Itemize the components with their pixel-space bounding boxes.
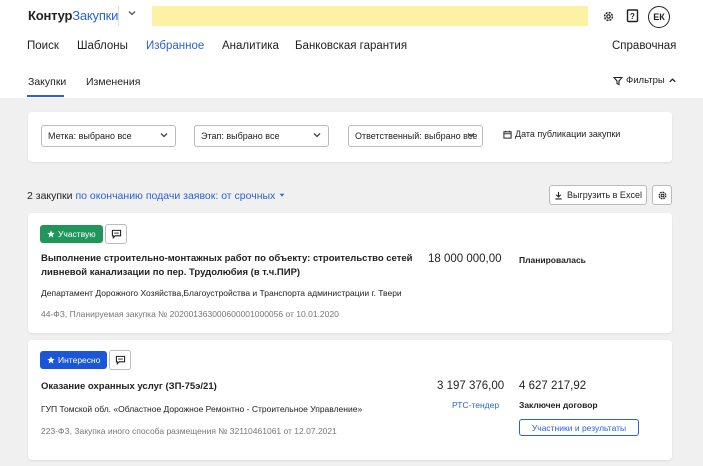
- purchase-status: Заключен договор: [519, 400, 598, 410]
- purchase-title-line1: Оказание охранных услуг (ЗП-75э/21): [41, 381, 217, 392]
- stage-filter-value: Этап: выбрано все: [201, 131, 280, 141]
- settings-gear-icon[interactable]: [600, 8, 616, 24]
- status-tag[interactable]: Участвую: [40, 225, 103, 243]
- nav-favorites[interactable]: Избранное: [146, 40, 204, 52]
- nav-search[interactable]: Поиск: [27, 40, 59, 52]
- chevron-up-icon: [669, 78, 676, 83]
- trading-platform-link[interactable]: РТС-тендер: [452, 400, 499, 410]
- calendar-icon: [503, 130, 512, 139]
- svg-text:?: ?: [630, 12, 635, 21]
- gear-icon: [658, 191, 666, 199]
- chevron-down-icon: [467, 133, 475, 138]
- chevron-down-icon: [313, 133, 321, 138]
- sort-dropdown[interactable]: по окончанию подачи заявок: от срочных: [75, 190, 286, 202]
- contract-price: 4 627 217,92: [519, 380, 587, 392]
- active-tab-indicator: [27, 95, 64, 97]
- comment-button[interactable]: [105, 224, 127, 244]
- nav-reference[interactable]: Справочная: [612, 40, 676, 52]
- results-summary: 2 закупки по окончанию подачи заявок: от…: [27, 190, 286, 202]
- comment-icon: [115, 355, 125, 365]
- purchase-card[interactable]: Участвую Выполнение строительно-монтажны…: [28, 213, 672, 333]
- purchase-title-line2: ливневой канализации по пер. Трудолюбия …: [41, 266, 301, 278]
- search-bar-highlight[interactable]: [152, 6, 588, 26]
- purchase-card[interactable]: Интересно Оказание охранных услуг (ЗП-75…: [28, 340, 672, 460]
- label-filter-value: Метка: выбрано все: [48, 131, 132, 141]
- star-icon: [47, 230, 55, 238]
- filters-toggle[interactable]: Фильтры: [613, 75, 677, 86]
- app-logo[interactable]: КонтурЗакупки: [28, 8, 118, 23]
- filter-funnel-icon: [613, 76, 623, 85]
- nav-templates[interactable]: Шаблоны: [77, 40, 128, 52]
- purchase-meta: 223-ФЗ, Закупка иного способа размещения…: [41, 426, 337, 436]
- purchase-price: 18 000 000,00: [428, 253, 502, 265]
- status-tag[interactable]: Интересно: [40, 351, 108, 369]
- help-icon[interactable]: ?: [624, 8, 640, 24]
- publication-date-label: Дата публикации закупки: [515, 129, 621, 139]
- logo-product: Закупки: [72, 8, 119, 23]
- responsible-filter-select[interactable]: Ответственный: выбрано все: [348, 125, 483, 147]
- purchase-status: Планировалась: [519, 255, 586, 265]
- nav-analytics[interactable]: Аналитика: [222, 40, 279, 52]
- tab-changes[interactable]: Изменения: [86, 76, 140, 88]
- label-filter-select[interactable]: Метка: выбрано все: [41, 125, 176, 147]
- customer-org[interactable]: Департамент Дорожного Хозяйства,Благоуст…: [41, 288, 402, 298]
- caret-down-icon: [279, 193, 285, 197]
- comment-button[interactable]: [109, 350, 131, 370]
- tag-label: Участвую: [58, 229, 96, 239]
- filter-panel: Метка: выбрано все Этап: выбрано все Отв…: [28, 112, 672, 162]
- top-header: КонтурЗакупки ? ЕК Поиск Шаблоны Избранн…: [0, 0, 703, 98]
- star-icon: [47, 356, 55, 364]
- filters-label: Фильтры: [626, 75, 665, 86]
- nav-bank-guarantee[interactable]: Банковская гарантия: [295, 40, 407, 52]
- sort-label: по окончанию подачи заявок: от срочных: [75, 190, 276, 202]
- purchase-price: 3 197 376,00: [437, 380, 505, 392]
- participants-results-button[interactable]: Участники и результаты: [519, 419, 639, 436]
- user-avatar[interactable]: ЕК: [648, 6, 670, 28]
- export-excel-label: Выгрузить в Excel: [567, 190, 642, 200]
- customer-org[interactable]: ГУП Томской обл. «Областное Дорожное Рем…: [41, 404, 362, 414]
- tag-label: Интересно: [58, 355, 101, 365]
- list-settings-button[interactable]: [652, 185, 672, 205]
- product-switcher-chevron-icon[interactable]: [127, 8, 137, 21]
- responsible-filter-value: Ответственный: выбрано все: [355, 131, 478, 141]
- logo-divider: [118, 6, 119, 26]
- publication-date-filter[interactable]: Дата публикации закупки: [503, 129, 620, 139]
- results-count: 2 закупки: [27, 190, 73, 202]
- stage-filter-select[interactable]: Этап: выбрано все: [194, 125, 329, 147]
- export-excel-button[interactable]: Выгрузить в Excel: [549, 185, 647, 205]
- logo-brand: Контур: [28, 8, 73, 23]
- purchase-title-line1: Выполнение строительно-монтажных работ п…: [41, 253, 413, 264]
- purchase-title[interactable]: Выполнение строительно-монтажных работ п…: [41, 252, 412, 279]
- chevron-down-icon: [160, 133, 168, 138]
- download-icon: [555, 191, 562, 199]
- tab-purchases[interactable]: Закупки: [28, 76, 66, 88]
- purchase-title[interactable]: Оказание охранных услуг (ЗП-75э/21): [41, 380, 217, 394]
- comment-icon: [111, 229, 121, 239]
- purchase-meta: 44-ФЗ, Планируемая закупка № 20200136300…: [41, 309, 339, 319]
